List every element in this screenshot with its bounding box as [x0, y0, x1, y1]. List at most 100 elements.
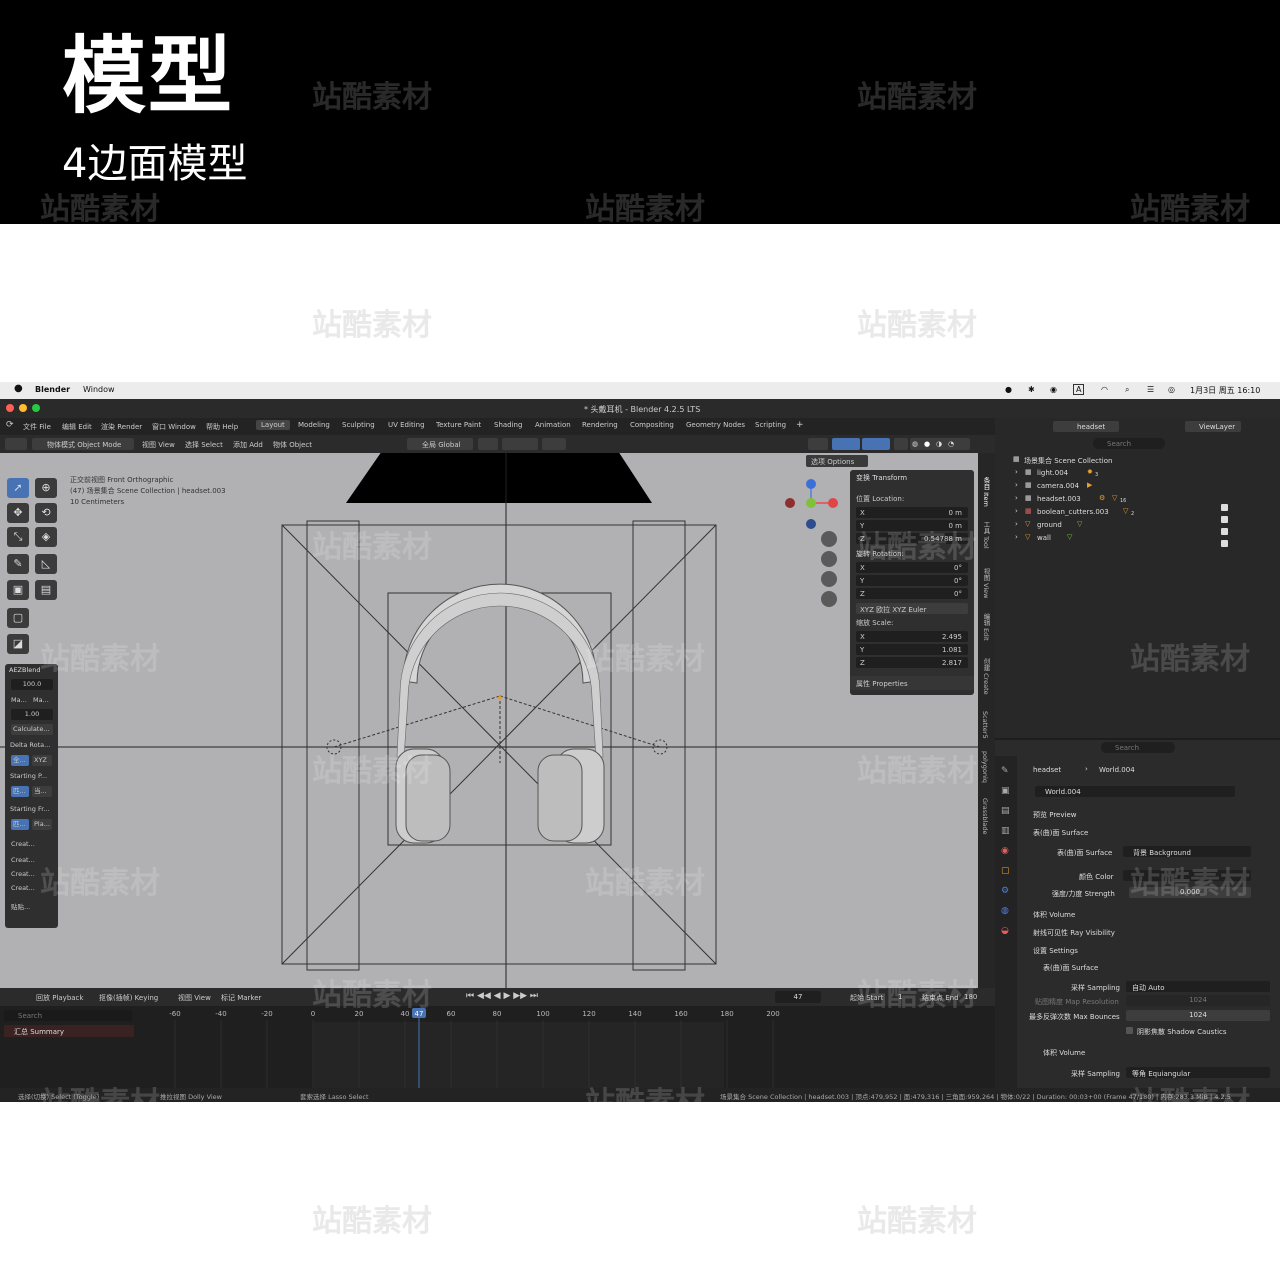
- panel-volume[interactable]: 体积 Volume: [1033, 910, 1075, 920]
- world-props-icon[interactable]: ◉: [1001, 846, 1009, 856]
- expand-arrow-icon[interactable]: ›: [1015, 507, 1018, 515]
- move-tool[interactable]: ✥: [7, 503, 29, 523]
- wall-object[interactable]: [346, 453, 652, 503]
- perspective-toggle-icon[interactable]: [821, 591, 837, 607]
- aez-toggle-a[interactable]: 全...: [11, 755, 29, 766]
- aez-title[interactable]: AEZBlend: [9, 666, 41, 674]
- world-datablock-field[interactable]: World.004: [1035, 786, 1235, 797]
- add-workspace-icon[interactable]: +: [796, 420, 804, 430]
- tab-tool[interactable]: 工具 Tool: [981, 521, 991, 549]
- tab-scripting[interactable]: Scripting: [750, 420, 791, 430]
- close-window-button[interactable]: [6, 404, 14, 412]
- scene-selector[interactable]: headset: [1053, 421, 1119, 432]
- tab-view[interactable]: 视图 View: [981, 568, 991, 599]
- visibility-button[interactable]: [808, 438, 828, 450]
- outliner-search-input[interactable]: Search: [1093, 438, 1165, 449]
- current-frame-field[interactable]: 47: [775, 991, 821, 1003]
- outliner-item-light[interactable]: › ▦ light.004 ✹ 3: [995, 466, 1280, 479]
- aez-toggle-b[interactable]: 匹...: [11, 786, 29, 797]
- rotation-z-field[interactable]: Z 0°: [856, 588, 968, 599]
- object-props-icon[interactable]: ▢: [1001, 866, 1010, 876]
- checkbox-icon[interactable]: [1221, 540, 1228, 547]
- map-resolution-field[interactable]: 1024: [1126, 995, 1270, 1006]
- aez-create-a[interactable]: Creat...: [11, 840, 35, 848]
- record-icon[interactable]: ●: [1005, 385, 1012, 394]
- tab-shading[interactable]: Shading: [489, 420, 527, 430]
- timeline-search-input[interactable]: Search: [4, 1010, 132, 1021]
- snap-button[interactable]: [502, 438, 538, 450]
- aez-paste-button[interactable]: 贴贴...: [11, 901, 30, 911]
- shadow-caustics-checkbox[interactable]: [1126, 1027, 1133, 1034]
- outliner-item-headset[interactable]: › ▦ headset.003 ⚙ ▽ 16: [995, 492, 1280, 505]
- extra-tool-b[interactable]: ◪: [7, 634, 29, 654]
- material-props-icon[interactable]: ◒: [1001, 926, 1009, 936]
- pivot-button[interactable]: [478, 438, 498, 450]
- right-cutter[interactable]: [632, 520, 686, 971]
- xray-button[interactable]: [894, 438, 908, 450]
- aez-create-c[interactable]: Creat...: [11, 870, 35, 878]
- pan-view-icon[interactable]: [821, 551, 837, 567]
- tool-props-icon[interactable]: ✎: [1001, 766, 1009, 776]
- panel-preview[interactable]: 预览 Preview: [1033, 810, 1076, 820]
- expand-arrow-icon[interactable]: ›: [1015, 481, 1018, 489]
- airdrop-icon[interactable]: ◉: [1050, 385, 1057, 394]
- tab-polygoniq[interactable]: polygoniq: [981, 751, 989, 783]
- wireframe-shading-icon[interactable]: ◍: [912, 440, 918, 448]
- add-shape-tool[interactable]: ▤: [35, 580, 57, 600]
- transform-tool[interactable]: ◈: [35, 527, 57, 547]
- menu-view[interactable]: 视图 View: [178, 993, 211, 1003]
- rotation-y-field[interactable]: Y 0°: [856, 575, 968, 586]
- annotate-tool[interactable]: ✎: [7, 554, 29, 574]
- scale-z-field[interactable]: Z 2.817: [856, 657, 968, 668]
- menu-window[interactable]: 窗口 Window: [152, 422, 196, 432]
- extra-tool-a[interactable]: ▢: [7, 608, 29, 628]
- tab-compositing[interactable]: Compositing: [625, 420, 679, 430]
- start-value[interactable]: 1: [898, 993, 902, 1001]
- outliner-item-camera[interactable]: › ▦ camera.004 ▶: [995, 479, 1280, 492]
- aez-ma-a[interactable]: Ma...: [11, 696, 27, 704]
- tab-geometry-nodes[interactable]: Geometry Nodes: [681, 420, 750, 430]
- menu-add[interactable]: 添加 Add: [233, 440, 263, 450]
- mac-app-name[interactable]: Blender: [35, 385, 70, 394]
- menu-select[interactable]: 选择 Select: [185, 440, 223, 450]
- subpanel-surface[interactable]: 表(曲)面 Surface: [1043, 963, 1098, 973]
- menu-edit[interactable]: 编辑 Edit: [62, 422, 92, 432]
- menu-keying[interactable]: 抠像(插帧) Keying: [99, 993, 158, 1003]
- outliner-item-boolean-cutters[interactable]: › ▦ boolean_cutters.003 ▽ 2: [995, 505, 1280, 518]
- location-x-field[interactable]: X 0 m: [856, 507, 968, 518]
- measure-tool[interactable]: ◺: [35, 554, 57, 574]
- camera-view-icon[interactable]: [821, 571, 837, 587]
- view-layer-selector[interactable]: ViewLayer: [1185, 421, 1241, 432]
- mac-menu-window[interactable]: Window: [83, 385, 115, 394]
- left-cutter[interactable]: [306, 520, 360, 971]
- breadcrumb-world[interactable]: World.004: [1099, 766, 1135, 774]
- properties-search-input[interactable]: Search: [1101, 742, 1175, 753]
- overlay-button[interactable]: [862, 438, 890, 450]
- rotation-mode-dropdown[interactable]: XYZ 欧拉 XYZ Euler: [856, 603, 968, 614]
- solid-shading-icon[interactable]: ●: [924, 440, 930, 448]
- search-icon[interactable]: ⌕: [1125, 385, 1129, 395]
- menu-help[interactable]: 帮助 Help: [206, 422, 238, 432]
- zoom-view-icon[interactable]: [821, 531, 837, 547]
- cursor-tool[interactable]: ⊕: [35, 478, 57, 498]
- tab-grassblade[interactable]: Grassblade: [981, 798, 989, 835]
- expand-arrow-icon[interactable]: ›: [1015, 494, 1018, 502]
- editor-type-button[interactable]: [5, 438, 27, 450]
- checkbox-icon[interactable]: [1221, 528, 1228, 535]
- view-layer-props-icon[interactable]: ▥: [1001, 826, 1010, 836]
- minimize-window-button[interactable]: [19, 404, 27, 412]
- outliner-item-ground[interactable]: › ▽ ground ▽: [995, 518, 1280, 531]
- scene-collection-row[interactable]: ▦ 场景集合 Scene Collection: [995, 453, 1280, 466]
- aez-toggle-d[interactable]: 匹...: [11, 819, 29, 830]
- expand-arrow-icon[interactable]: ›: [1015, 468, 1018, 476]
- volume-sampling-dropdown[interactable]: 等角 Equiangular: [1126, 1067, 1270, 1078]
- 3d-viewport[interactable]: 正交前视图 Front Orthographic (47) 场景集合 Scene…: [0, 453, 978, 988]
- bluetooth-icon[interactable]: ✱: [1028, 385, 1035, 394]
- aez-toggle-c[interactable]: 当...: [32, 786, 52, 797]
- summary-channel[interactable]: 汇总 Summary: [4, 1025, 134, 1037]
- apple-icon[interactable]: ●: [14, 383, 23, 394]
- tab-layout[interactable]: Layout: [256, 420, 290, 430]
- aez-ma-b[interactable]: Ma...: [33, 696, 49, 704]
- add-cube-tool[interactable]: ▣: [7, 580, 29, 600]
- strength-field[interactable]: 0.000: [1129, 887, 1251, 898]
